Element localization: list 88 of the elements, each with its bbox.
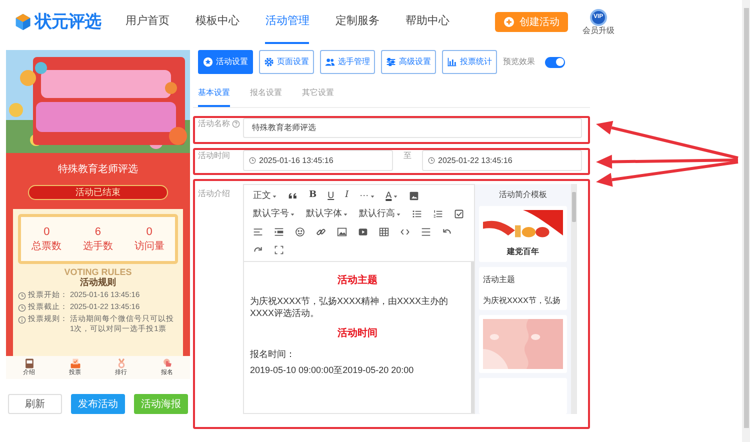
settings-tab[interactable]: 高级设置 [381, 50, 436, 74]
clock-icon [18, 304, 26, 312]
preview-title: 特殊教育老师评选 [58, 162, 138, 177]
caret-icon [272, 194, 277, 198]
ballot-icon [70, 358, 80, 369]
star-icon [203, 57, 213, 67]
vip-label[interactable]: 会员升级 [582, 26, 614, 36]
dropdown-button[interactable]: 默认字号 [248, 205, 300, 223]
template-card[interactable]: 活动主题 为庆祝XXXX节，弘扬 [479, 267, 567, 310]
video-icon[interactable] [358, 227, 368, 237]
info-icon [18, 316, 26, 324]
stat-label: 访问量 [134, 242, 164, 252]
nav-link[interactable]: 定制服务 [335, 0, 380, 44]
template-card[interactable]: 建党百年 [479, 206, 567, 262]
users-icon [325, 57, 335, 67]
chart-icon [447, 57, 457, 67]
code-icon[interactable] [400, 227, 410, 237]
dropdown-button[interactable]: 正文 [248, 187, 282, 205]
plus-icon [504, 17, 514, 27]
dropdown-button[interactable]: 默认行高 [354, 205, 406, 223]
underline-button[interactable]: U [322, 187, 340, 205]
more-button[interactable]: ··· [354, 187, 380, 205]
stat-label: 选手数 [82, 242, 113, 252]
template-panel-title: 活动简介模板 [499, 189, 547, 201]
text-color-button[interactable]: A [380, 187, 403, 205]
gear-icon [264, 57, 274, 67]
caret-icon [396, 212, 401, 216]
divider-icon[interactable] [421, 227, 431, 237]
content-paragraph: 报名时间： [250, 348, 296, 360]
content-paragraph: 为庆祝XXXX节，弘扬XXXX精神，由XXXX主办的XXXX评选活动。 [250, 295, 450, 319]
nav-link[interactable]: 活动管理 [265, 0, 310, 44]
stat-value: 0 [44, 226, 50, 238]
logo-icon [14, 13, 32, 31]
field-label: 活动时间 [198, 150, 230, 162]
bullets-icon[interactable] [412, 209, 422, 219]
nav-link[interactable]: 模板中心 [195, 0, 240, 44]
numbers-icon[interactable] [433, 209, 443, 219]
settings-tab[interactable]: 选手管理 [320, 50, 375, 74]
clock-icon [428, 157, 435, 164]
range-separator: 至 [402, 150, 412, 162]
date-input[interactable]: 2025-01-16 13:45:16 [243, 150, 393, 171]
settings-tab[interactable]: 投票统计 [442, 50, 497, 74]
toggle-label: 预览效果 [503, 56, 535, 68]
table-icon[interactable] [379, 227, 389, 237]
bgcolor-icon[interactable] [408, 191, 419, 201]
todo-icon[interactable] [454, 209, 464, 219]
template-caption: 建党百年 [506, 246, 540, 258]
link-icon[interactable] [316, 227, 326, 237]
indent-icon[interactable] [274, 227, 284, 237]
field-label: 活动名称 [198, 118, 230, 130]
quote-icon[interactable] [288, 191, 298, 201]
caret-icon [290, 212, 295, 216]
date-input[interactable]: 2025-01-22 13:45:16 [422, 150, 582, 171]
settings-tab[interactable]: 活动设置 [198, 50, 253, 74]
rules-watermark: VOTING RULES [64, 267, 132, 277]
clock-icon [18, 292, 26, 300]
action-button[interactable]: 刷新 [8, 394, 62, 414]
align-icon[interactable] [253, 227, 263, 237]
preview-switch[interactable] [545, 56, 565, 68]
template-text: 为庆祝XXXX节，弘扬 [483, 296, 562, 306]
stat-value: 6 [94, 226, 102, 238]
content-heading: 活动主题 [336, 273, 378, 288]
fullscreen-icon[interactable] [274, 245, 284, 255]
dropdown-button[interactable]: 默认字体 [301, 205, 353, 223]
sliders-icon [386, 57, 396, 67]
image-icon[interactable] [337, 227, 347, 237]
italic-button[interactable]: I [340, 187, 354, 205]
status-badge: 活动已结束 [28, 185, 168, 200]
template-heading: 活动主题 [483, 274, 516, 286]
settings-tab[interactable]: 页面设置 [259, 50, 314, 74]
caret-icon [343, 212, 348, 216]
content-paragraph: 2019-05-10 09:00:00至2019-05-20 20:00 [250, 364, 415, 376]
bold-button[interactable]: B [304, 187, 322, 205]
clock-icon [249, 157, 256, 164]
rules-title: 活动规则 [80, 277, 116, 288]
emoji-icon[interactable] [295, 227, 305, 237]
nav-link[interactable]: 用户首页 [125, 0, 170, 44]
content-heading: 活动时间 [336, 326, 378, 341]
field-label: 活动介绍 [198, 188, 230, 200]
caret-icon [370, 194, 375, 198]
stat-value: 0 [146, 226, 152, 238]
caret-icon [392, 194, 398, 198]
nav-link[interactable]: 帮助中心 [405, 0, 450, 44]
subtab[interactable]: 基本设置 [198, 80, 230, 107]
logo-text: 状元评选 [35, 11, 102, 34]
name-input[interactable]: 特殊教育老师评选 [243, 118, 582, 138]
help-icon[interactable] [232, 120, 240, 128]
stat-label: 总票数 [32, 242, 62, 252]
